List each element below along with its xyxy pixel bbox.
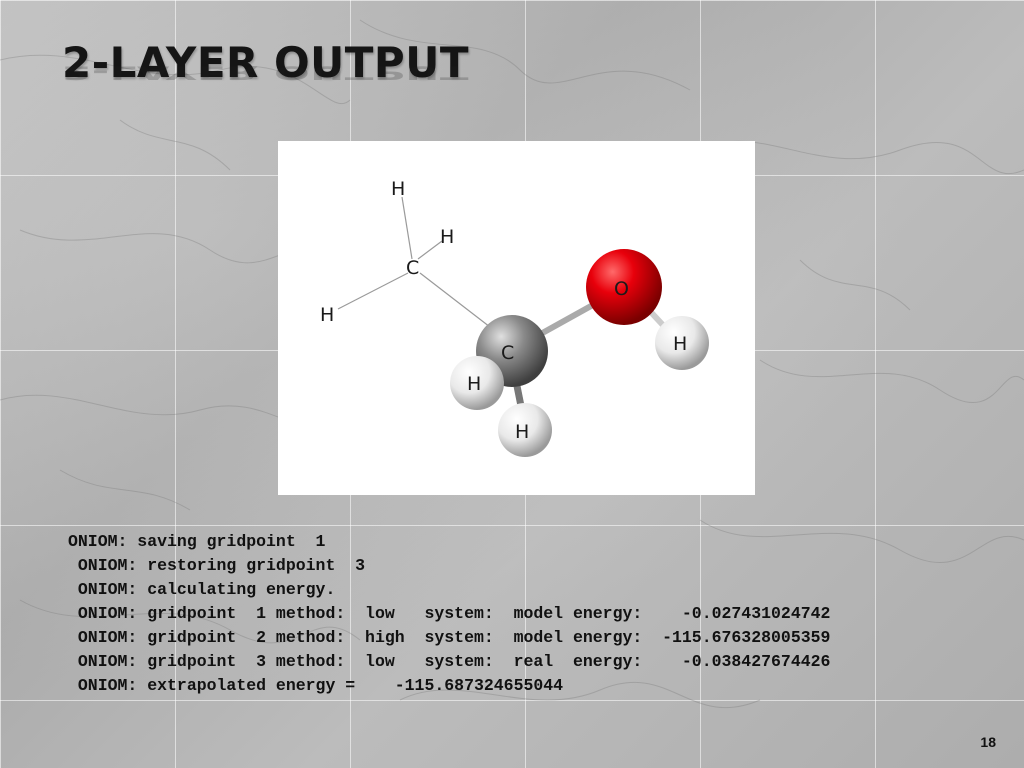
atom-label: O	[614, 278, 629, 300]
atom-label: H	[391, 178, 405, 200]
atom-label: H	[515, 421, 529, 443]
atom-label: H	[673, 333, 687, 355]
atom-label: C	[501, 342, 514, 364]
molecule-figure: H H C H C O H H H	[278, 141, 755, 495]
atom-label: C	[406, 257, 419, 279]
output-line: ONIOM: extrapolated energy = -115.687324…	[68, 676, 564, 695]
output-line: ONIOM: gridpoint 2 method: high system: …	[68, 628, 831, 647]
atom-label: H	[467, 373, 481, 395]
output-line: ONIOM: calculating energy.	[68, 580, 336, 599]
output-line: ONIOM: gridpoint 3 method: low system: r…	[68, 652, 831, 671]
molecule-drawing: H H C H C O H H H	[320, 178, 709, 457]
atom-label: H	[320, 304, 334, 326]
oniom-output-text: ONIOM: saving gridpoint 1 ONIOM: restori…	[68, 530, 830, 698]
atom-label: H	[440, 226, 454, 248]
slide-title-reflection: 2-LAYER OUTPUT	[62, 61, 469, 84]
output-line: ONIOM: restoring gridpoint 3	[68, 556, 366, 575]
output-line: ONIOM: gridpoint 1 method: low system: m…	[68, 604, 831, 623]
output-line: ONIOM: saving gridpoint 1	[68, 532, 326, 551]
page-number: 18	[980, 734, 996, 750]
